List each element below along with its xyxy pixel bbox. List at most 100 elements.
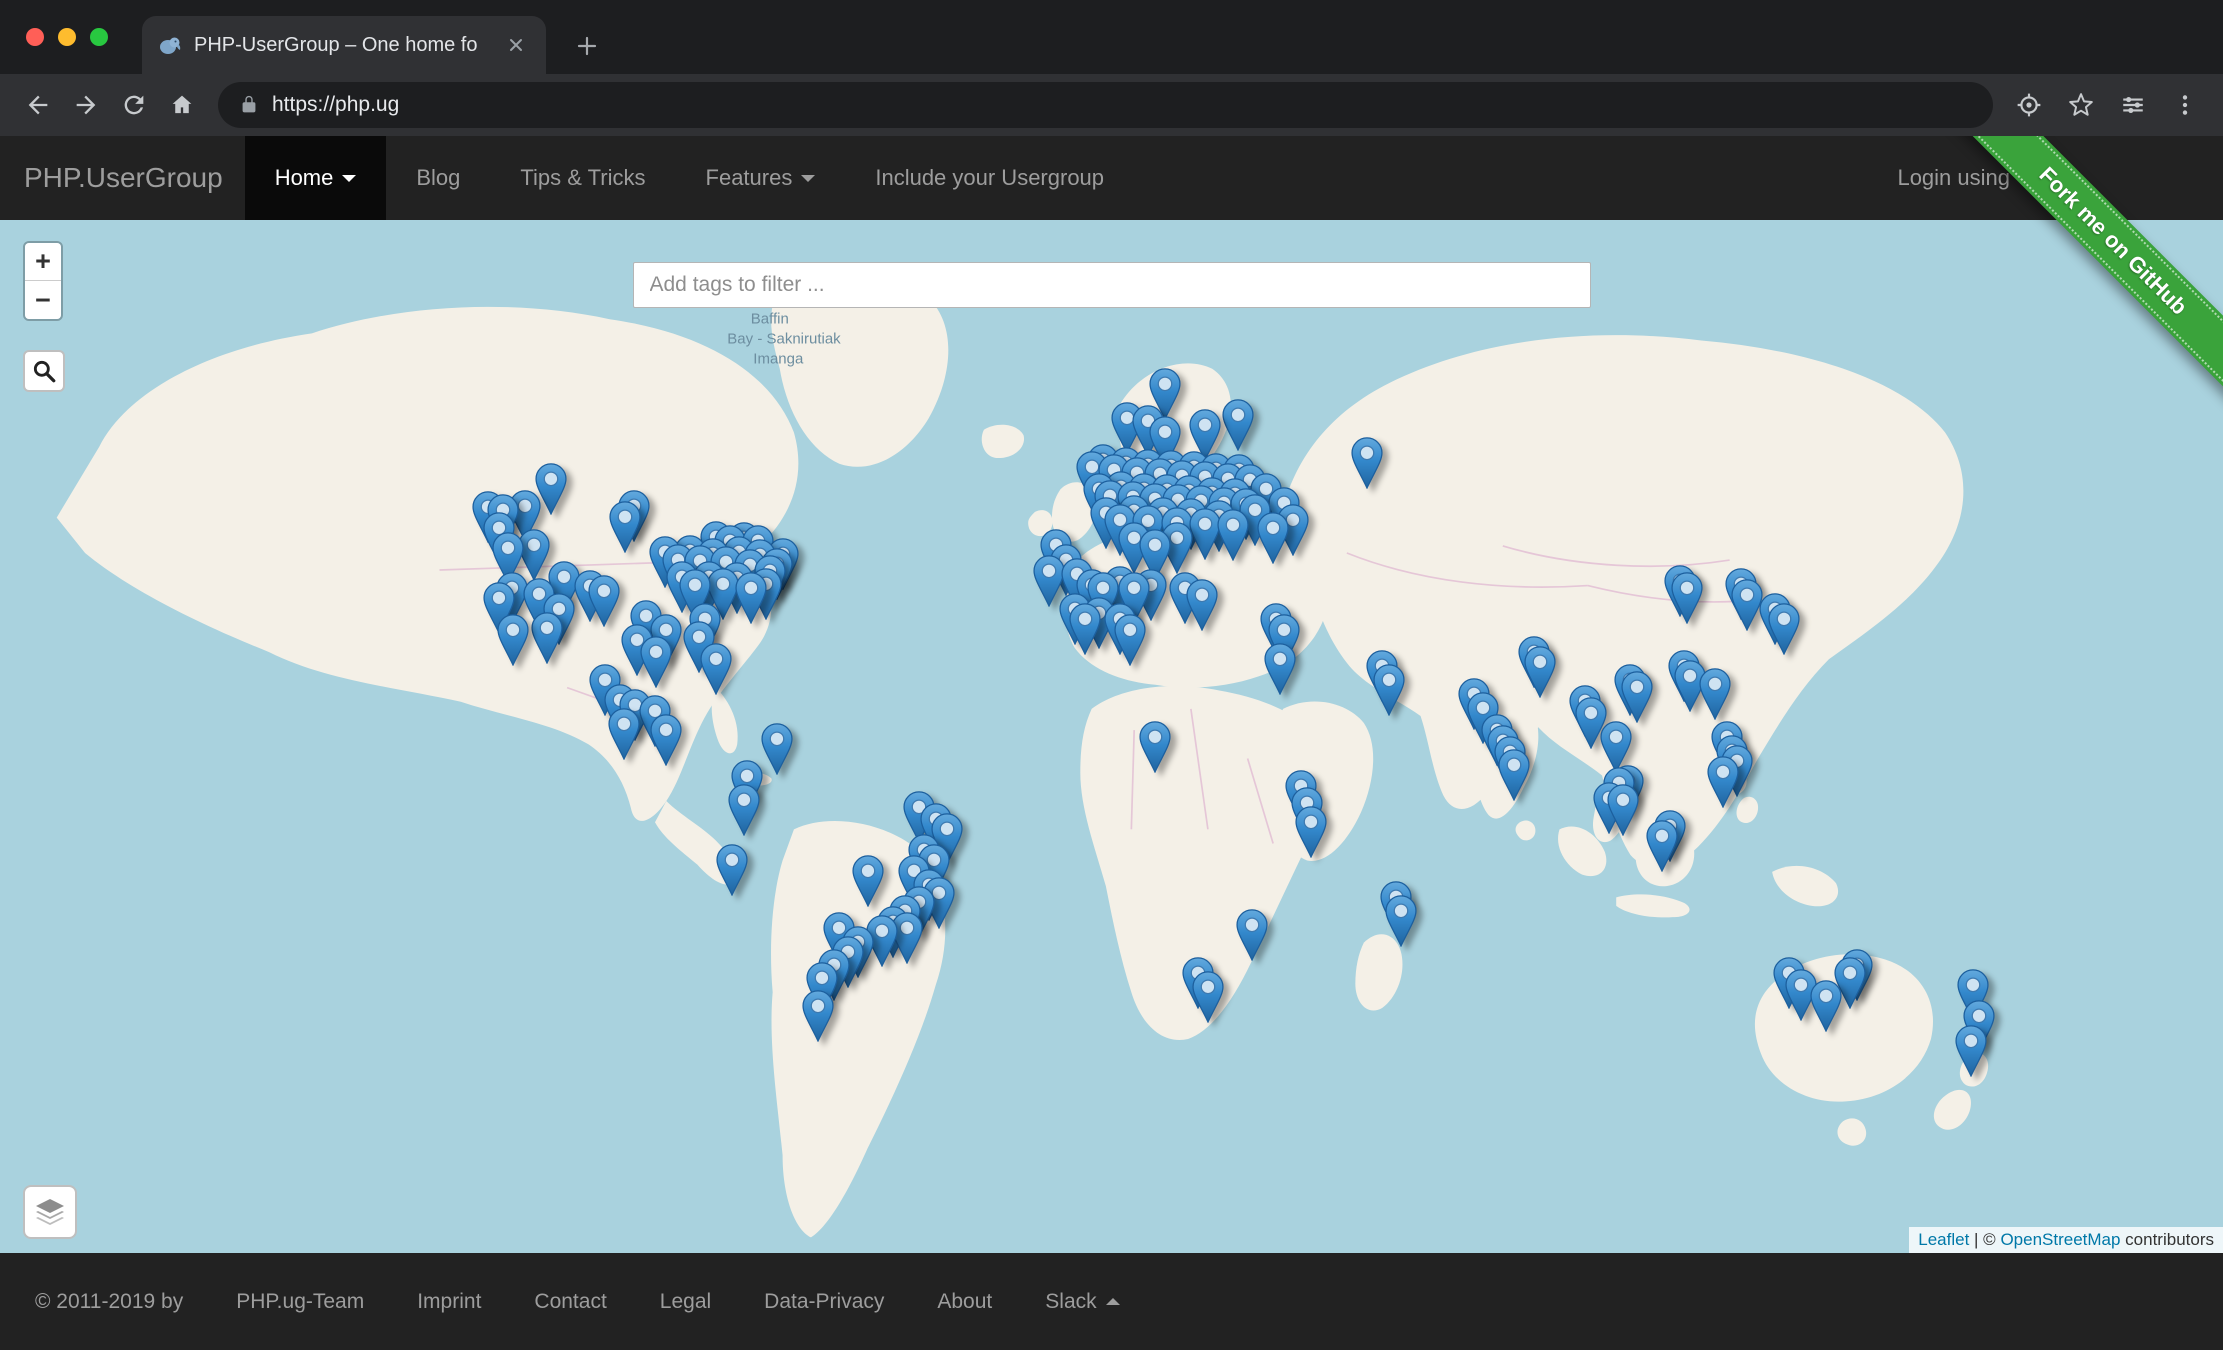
footer-link-legal[interactable]: Legal — [660, 1290, 711, 1314]
location-button[interactable] — [2005, 81, 2053, 129]
reload-button[interactable] — [110, 81, 158, 129]
map-marker[interactable] — [1114, 614, 1146, 666]
brand-logo[interactable]: PHP.UserGroup — [0, 162, 223, 194]
layers-control[interactable] — [23, 1185, 77, 1239]
map-marker[interactable] — [1498, 749, 1530, 801]
reload-icon — [120, 91, 148, 119]
leaflet-link[interactable]: Leaflet — [1918, 1230, 1969, 1249]
chevron-down-icon — [801, 175, 815, 182]
map-marker[interactable] — [1524, 646, 1556, 698]
map-marker[interactable] — [1192, 971, 1224, 1023]
nav-item-include-your-usergroup[interactable]: Include your Usergroup — [845, 136, 1134, 220]
map-marker[interactable] — [1768, 603, 1800, 655]
layers-icon — [32, 1194, 68, 1230]
nav-item-blog[interactable]: Blog — [386, 136, 490, 220]
nav-item-tips-tricks[interactable]: Tips & Tricks — [490, 136, 675, 220]
tab-close-icon[interactable] — [502, 31, 530, 59]
map-marker[interactable] — [1189, 508, 1221, 560]
new-tab-button[interactable] — [570, 29, 604, 63]
url-text: https://php.ug — [272, 93, 399, 117]
nav-item-features[interactable]: Features — [676, 136, 846, 220]
map-marker[interactable] — [1810, 980, 1842, 1032]
map-marker[interactable] — [1222, 399, 1254, 451]
map-marker[interactable] — [1646, 820, 1678, 872]
sea-label: Imanga — [753, 350, 803, 367]
map-marker[interactable] — [735, 572, 767, 624]
map-marker[interactable] — [1295, 806, 1327, 858]
star-icon — [2068, 92, 2094, 118]
zoom-in-button[interactable]: + — [25, 243, 61, 281]
map-marker[interactable] — [1264, 643, 1296, 695]
map-marker[interactable] — [852, 855, 884, 907]
footer-link-data-privacy[interactable]: Data-Privacy — [764, 1290, 884, 1314]
map-marker[interactable] — [1385, 895, 1417, 947]
map-marker[interactable] — [1731, 579, 1763, 631]
home-button[interactable] — [158, 81, 206, 129]
favicon-elephant-icon — [158, 33, 182, 57]
footer-slack-dropdown[interactable]: Slack — [1045, 1290, 1119, 1314]
attribution-suffix: contributors — [2120, 1230, 2214, 1249]
address-bar[interactable]: https://php.ug — [218, 82, 1993, 128]
map-marker[interactable] — [1373, 664, 1405, 716]
chevron-down-icon — [2019, 175, 2033, 182]
map-marker[interactable] — [531, 612, 563, 664]
fullscreen-window-button[interactable] — [90, 28, 108, 46]
map-marker[interactable] — [1707, 756, 1739, 808]
map-marker[interactable] — [761, 723, 793, 775]
map-marker[interactable] — [1217, 509, 1249, 561]
chevron-down-icon — [342, 175, 356, 182]
footer-link-imprint[interactable]: Imprint — [417, 1290, 481, 1314]
map-marker[interactable] — [728, 784, 760, 836]
map-marker[interactable] — [802, 990, 834, 1042]
map-marker[interactable] — [1257, 512, 1289, 564]
browser-menu-button[interactable] — [2161, 81, 2209, 129]
map-marker[interactable] — [640, 636, 672, 688]
map-marker[interactable] — [1607, 784, 1639, 836]
map-marker[interactable] — [1236, 909, 1268, 961]
login-using-dropdown[interactable]: Login using — [1897, 165, 2033, 191]
map-search-button[interactable] — [23, 350, 65, 392]
nav-item-label: Home — [275, 165, 334, 191]
map-marker[interactable] — [1621, 671, 1653, 723]
forward-button[interactable] — [62, 81, 110, 129]
chevron-up-icon — [1106, 1298, 1120, 1305]
zoom-out-button[interactable]: − — [25, 281, 61, 319]
map-marker[interactable] — [700, 643, 732, 695]
map-marker[interactable] — [497, 614, 529, 666]
back-arrow-icon — [24, 91, 52, 119]
map-marker[interactable] — [608, 708, 640, 760]
map-marker[interactable] — [1139, 721, 1171, 773]
login-using-label: Login using — [1897, 165, 2010, 191]
footer-link-php-ug-team[interactable]: PHP.ug-Team — [236, 1290, 364, 1314]
nav-item-home[interactable]: Home — [245, 136, 387, 220]
map-marker[interactable] — [1671, 572, 1703, 624]
nav-item-label: Include your Usergroup — [875, 165, 1104, 191]
map-marker[interactable] — [650, 714, 682, 766]
map-marker[interactable] — [1351, 437, 1383, 489]
sea-label: Bay - Saknirutiak — [727, 331, 840, 348]
extension-button[interactable] — [2109, 81, 2157, 129]
map-marker[interactable] — [588, 575, 620, 627]
browser-tab[interactable]: PHP-UserGroup – One home fo — [142, 16, 546, 74]
sea-label: Baffin — [751, 311, 789, 328]
copyright-text: © 2011-2019 by — [35, 1290, 183, 1314]
close-window-button[interactable] — [26, 28, 44, 46]
tag-filter-input[interactable] — [633, 262, 1591, 308]
map-marker[interactable] — [1699, 668, 1731, 720]
bookmark-button[interactable] — [2057, 81, 2105, 129]
map-marker[interactable] — [1186, 579, 1218, 631]
zoom-control: + − — [23, 241, 63, 321]
site-footer: © 2011-2019 by PHP.ug-Team Imprint Contact… — [0, 1253, 2223, 1350]
map-marker[interactable] — [1955, 1025, 1987, 1077]
map-marker[interactable] — [1069, 603, 1101, 655]
map-marker[interactable] — [609, 501, 641, 553]
footer-link-about[interactable]: About — [937, 1290, 992, 1314]
browser-titlebar: PHP-UserGroup – One home fo — [0, 0, 2223, 74]
leaflet-map[interactable]: Baffin Bay - Saknirutiak Imanga + − Leafle… — [0, 220, 2223, 1253]
openstreetmap-link[interactable]: OpenStreetMap — [2000, 1230, 2120, 1249]
map-marker[interactable] — [716, 844, 748, 896]
search-icon — [31, 358, 57, 384]
minimize-window-button[interactable] — [58, 28, 76, 46]
footer-link-contact[interactable]: Contact — [534, 1290, 606, 1314]
back-button[interactable] — [14, 81, 62, 129]
